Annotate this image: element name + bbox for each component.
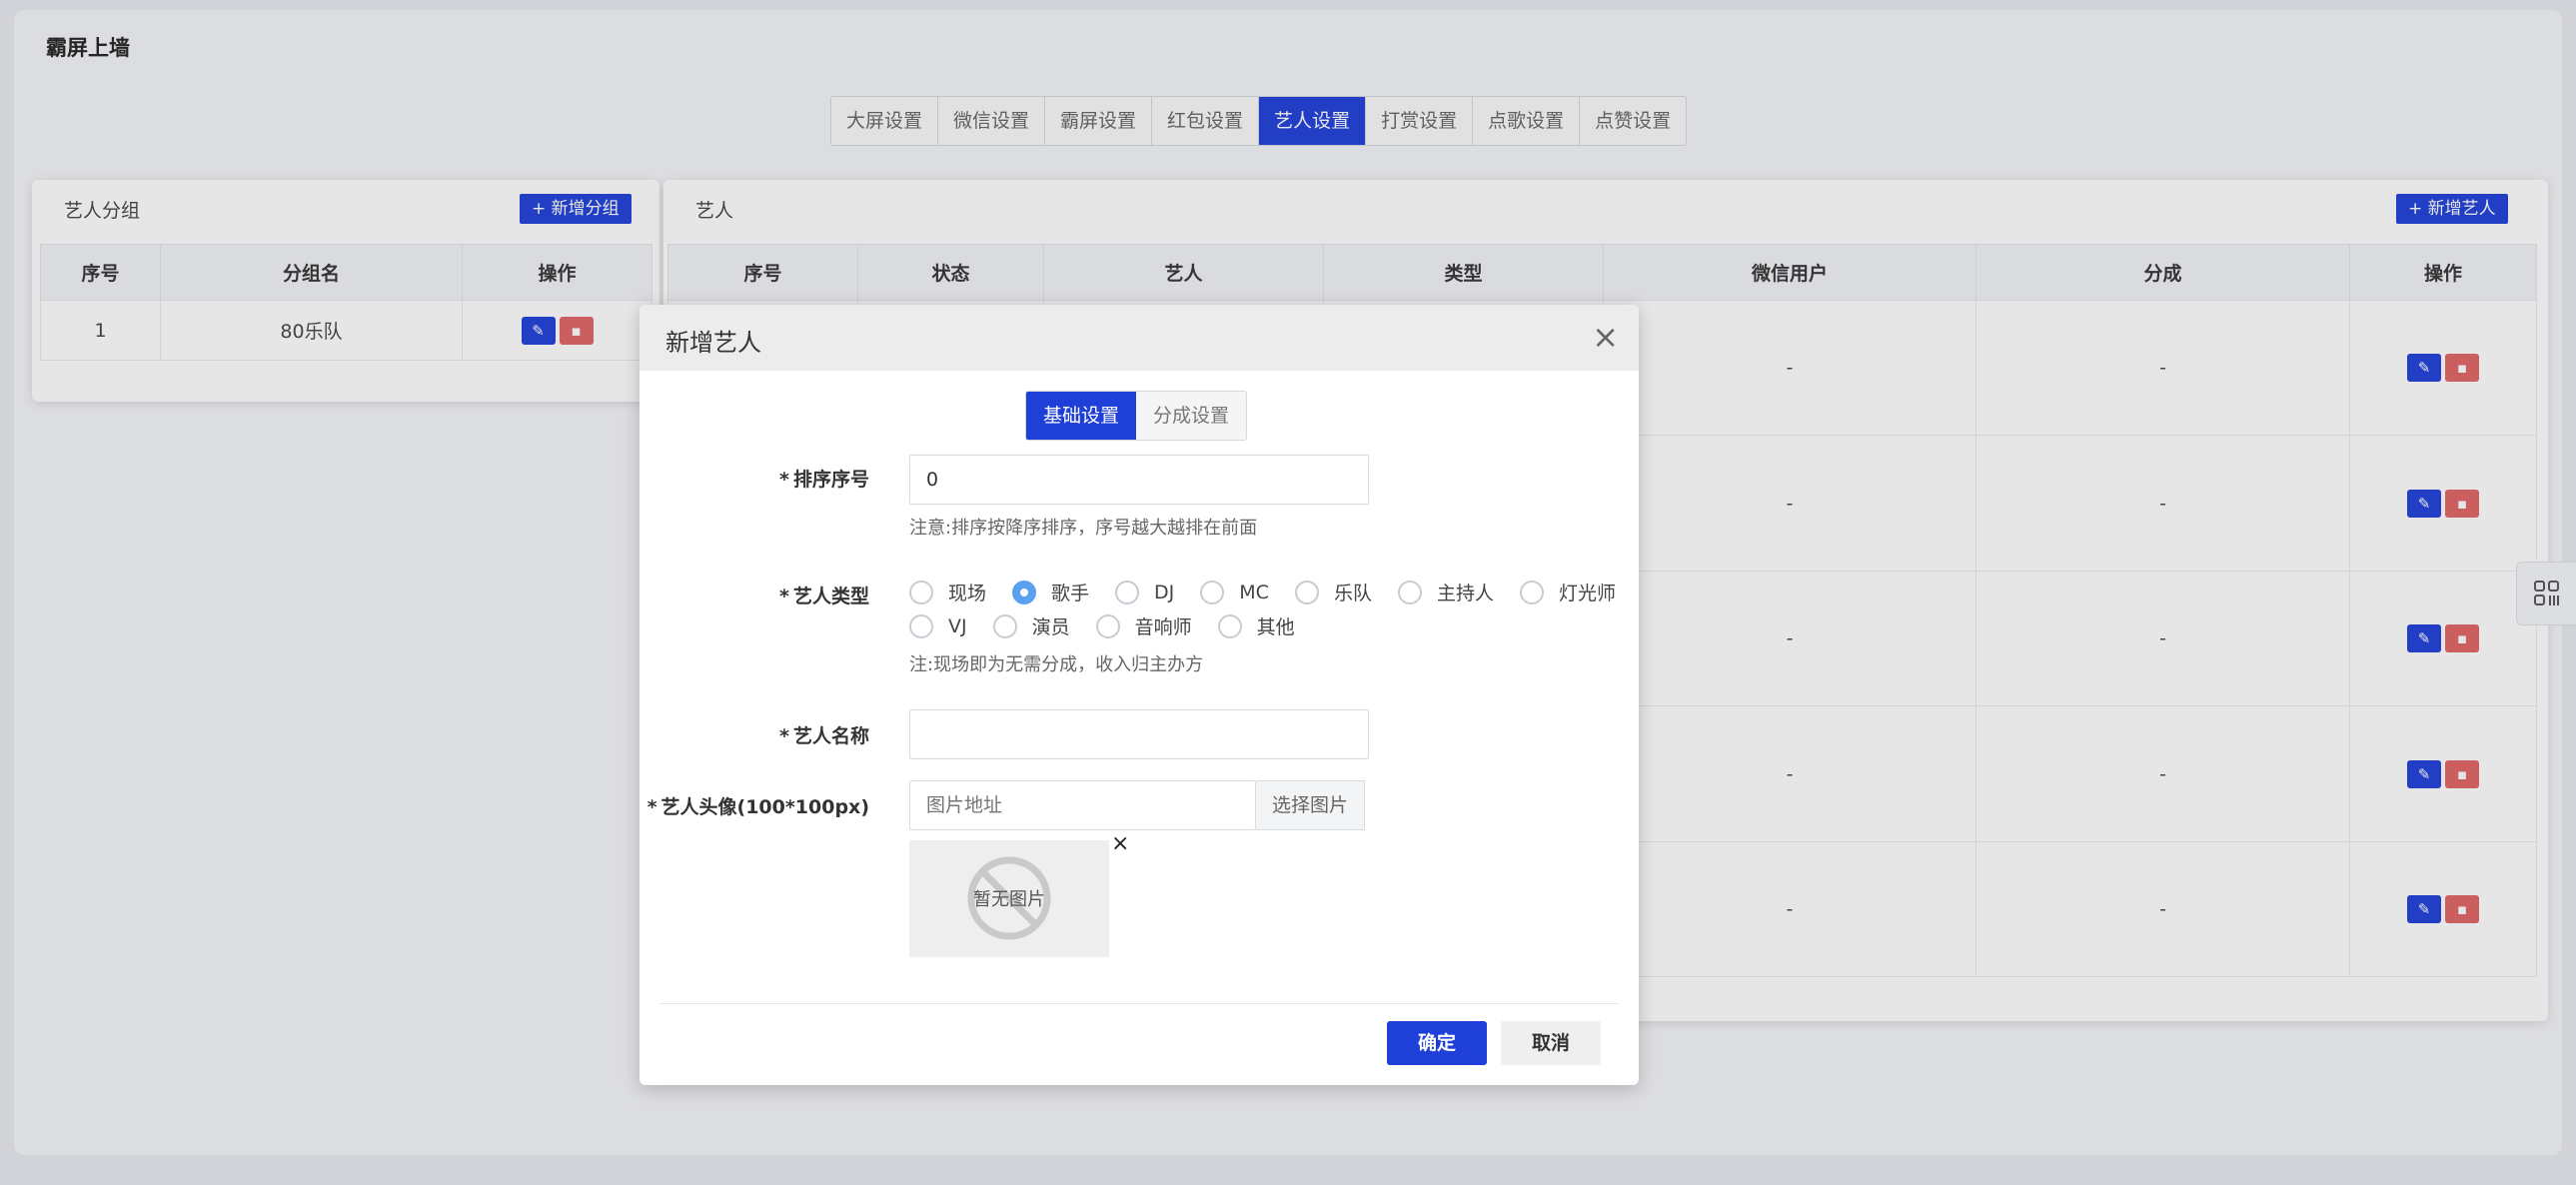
cancel-button[interactable]: 取消 <box>1501 1021 1601 1065</box>
type-label: * 艺人类型 <box>779 586 869 607</box>
footer-divider <box>659 1003 1619 1004</box>
modal-title: 新增艺人 <box>665 329 761 357</box>
close-icon[interactable]: × <box>1592 319 1619 355</box>
radio-dj[interactable]: DJ <box>1115 580 1174 604</box>
avatar-preview: 暂无图片 <box>909 840 1109 957</box>
sort-label: * 排序序号 <box>779 469 869 491</box>
radio-circle <box>1294 580 1319 604</box>
sort-input[interactable]: 0 <box>909 455 1369 505</box>
artist-name-input[interactable] <box>909 709 1369 759</box>
tab-basic-settings[interactable]: 基础设置 <box>1026 392 1137 440</box>
radio-other[interactable]: 其他 <box>1217 612 1295 639</box>
radio-circle <box>1217 613 1242 638</box>
tab-share-settings[interactable]: 分成设置 <box>1136 392 1247 440</box>
radio-circle <box>909 580 933 604</box>
radio-mc[interactable]: MC <box>1200 580 1269 604</box>
radio-singer[interactable]: 歌手 <box>1012 579 1089 605</box>
radio-circle <box>1200 580 1225 604</box>
radio-circle <box>909 613 933 638</box>
confirm-button[interactable]: 确定 <box>1387 1021 1487 1065</box>
radio-circle-selected <box>1012 580 1037 604</box>
type-radio-row-2: VJ 演员 音响师 其他 <box>909 612 1321 639</box>
radio-circle <box>1115 580 1140 604</box>
radio-actor[interactable]: 演员 <box>992 612 1070 639</box>
modal-tabs: 基础设置 分成设置 <box>1025 391 1248 441</box>
no-image-text: 暂无图片 <box>973 889 1045 910</box>
type-hint: 注:现场即为无需分成，收入归主办方 <box>909 654 1204 675</box>
radio-sound[interactable]: 音响师 <box>1095 612 1192 639</box>
radio-host[interactable]: 主持人 <box>1397 579 1494 605</box>
radio-lighting[interactable]: 灯光师 <box>1519 579 1616 605</box>
avatar-label: * 艺人头像(100*100px) <box>646 796 869 818</box>
radio-live[interactable]: 现场 <box>909 579 986 605</box>
name-label: * 艺人名称 <box>779 725 869 747</box>
choose-image-button[interactable]: 选择图片 <box>1256 780 1366 830</box>
radio-band[interactable]: 乐队 <box>1294 579 1372 605</box>
radio-circle <box>1095 613 1120 638</box>
avatar-url-input[interactable] <box>909 780 1256 830</box>
remove-image-icon[interactable]: × <box>1111 831 1129 856</box>
radio-circle <box>1397 580 1422 604</box>
type-radio-row-1: 现场 歌手 DJ MC 乐队 主持人 灯光师 <box>909 579 1639 605</box>
modal-header: 新增艺人 × <box>640 305 1639 371</box>
radio-vj[interactable]: VJ <box>909 613 967 638</box>
radio-circle <box>992 613 1017 638</box>
sort-hint: 注意:排序按降序排序，序号越大越排在前面 <box>909 518 1258 539</box>
radio-circle <box>1519 580 1544 604</box>
add-artist-modal: 新增艺人 × 基础设置 分成设置 * 排序序号 0 注意:排序按降序排序，序号越大… <box>640 305 1639 1085</box>
